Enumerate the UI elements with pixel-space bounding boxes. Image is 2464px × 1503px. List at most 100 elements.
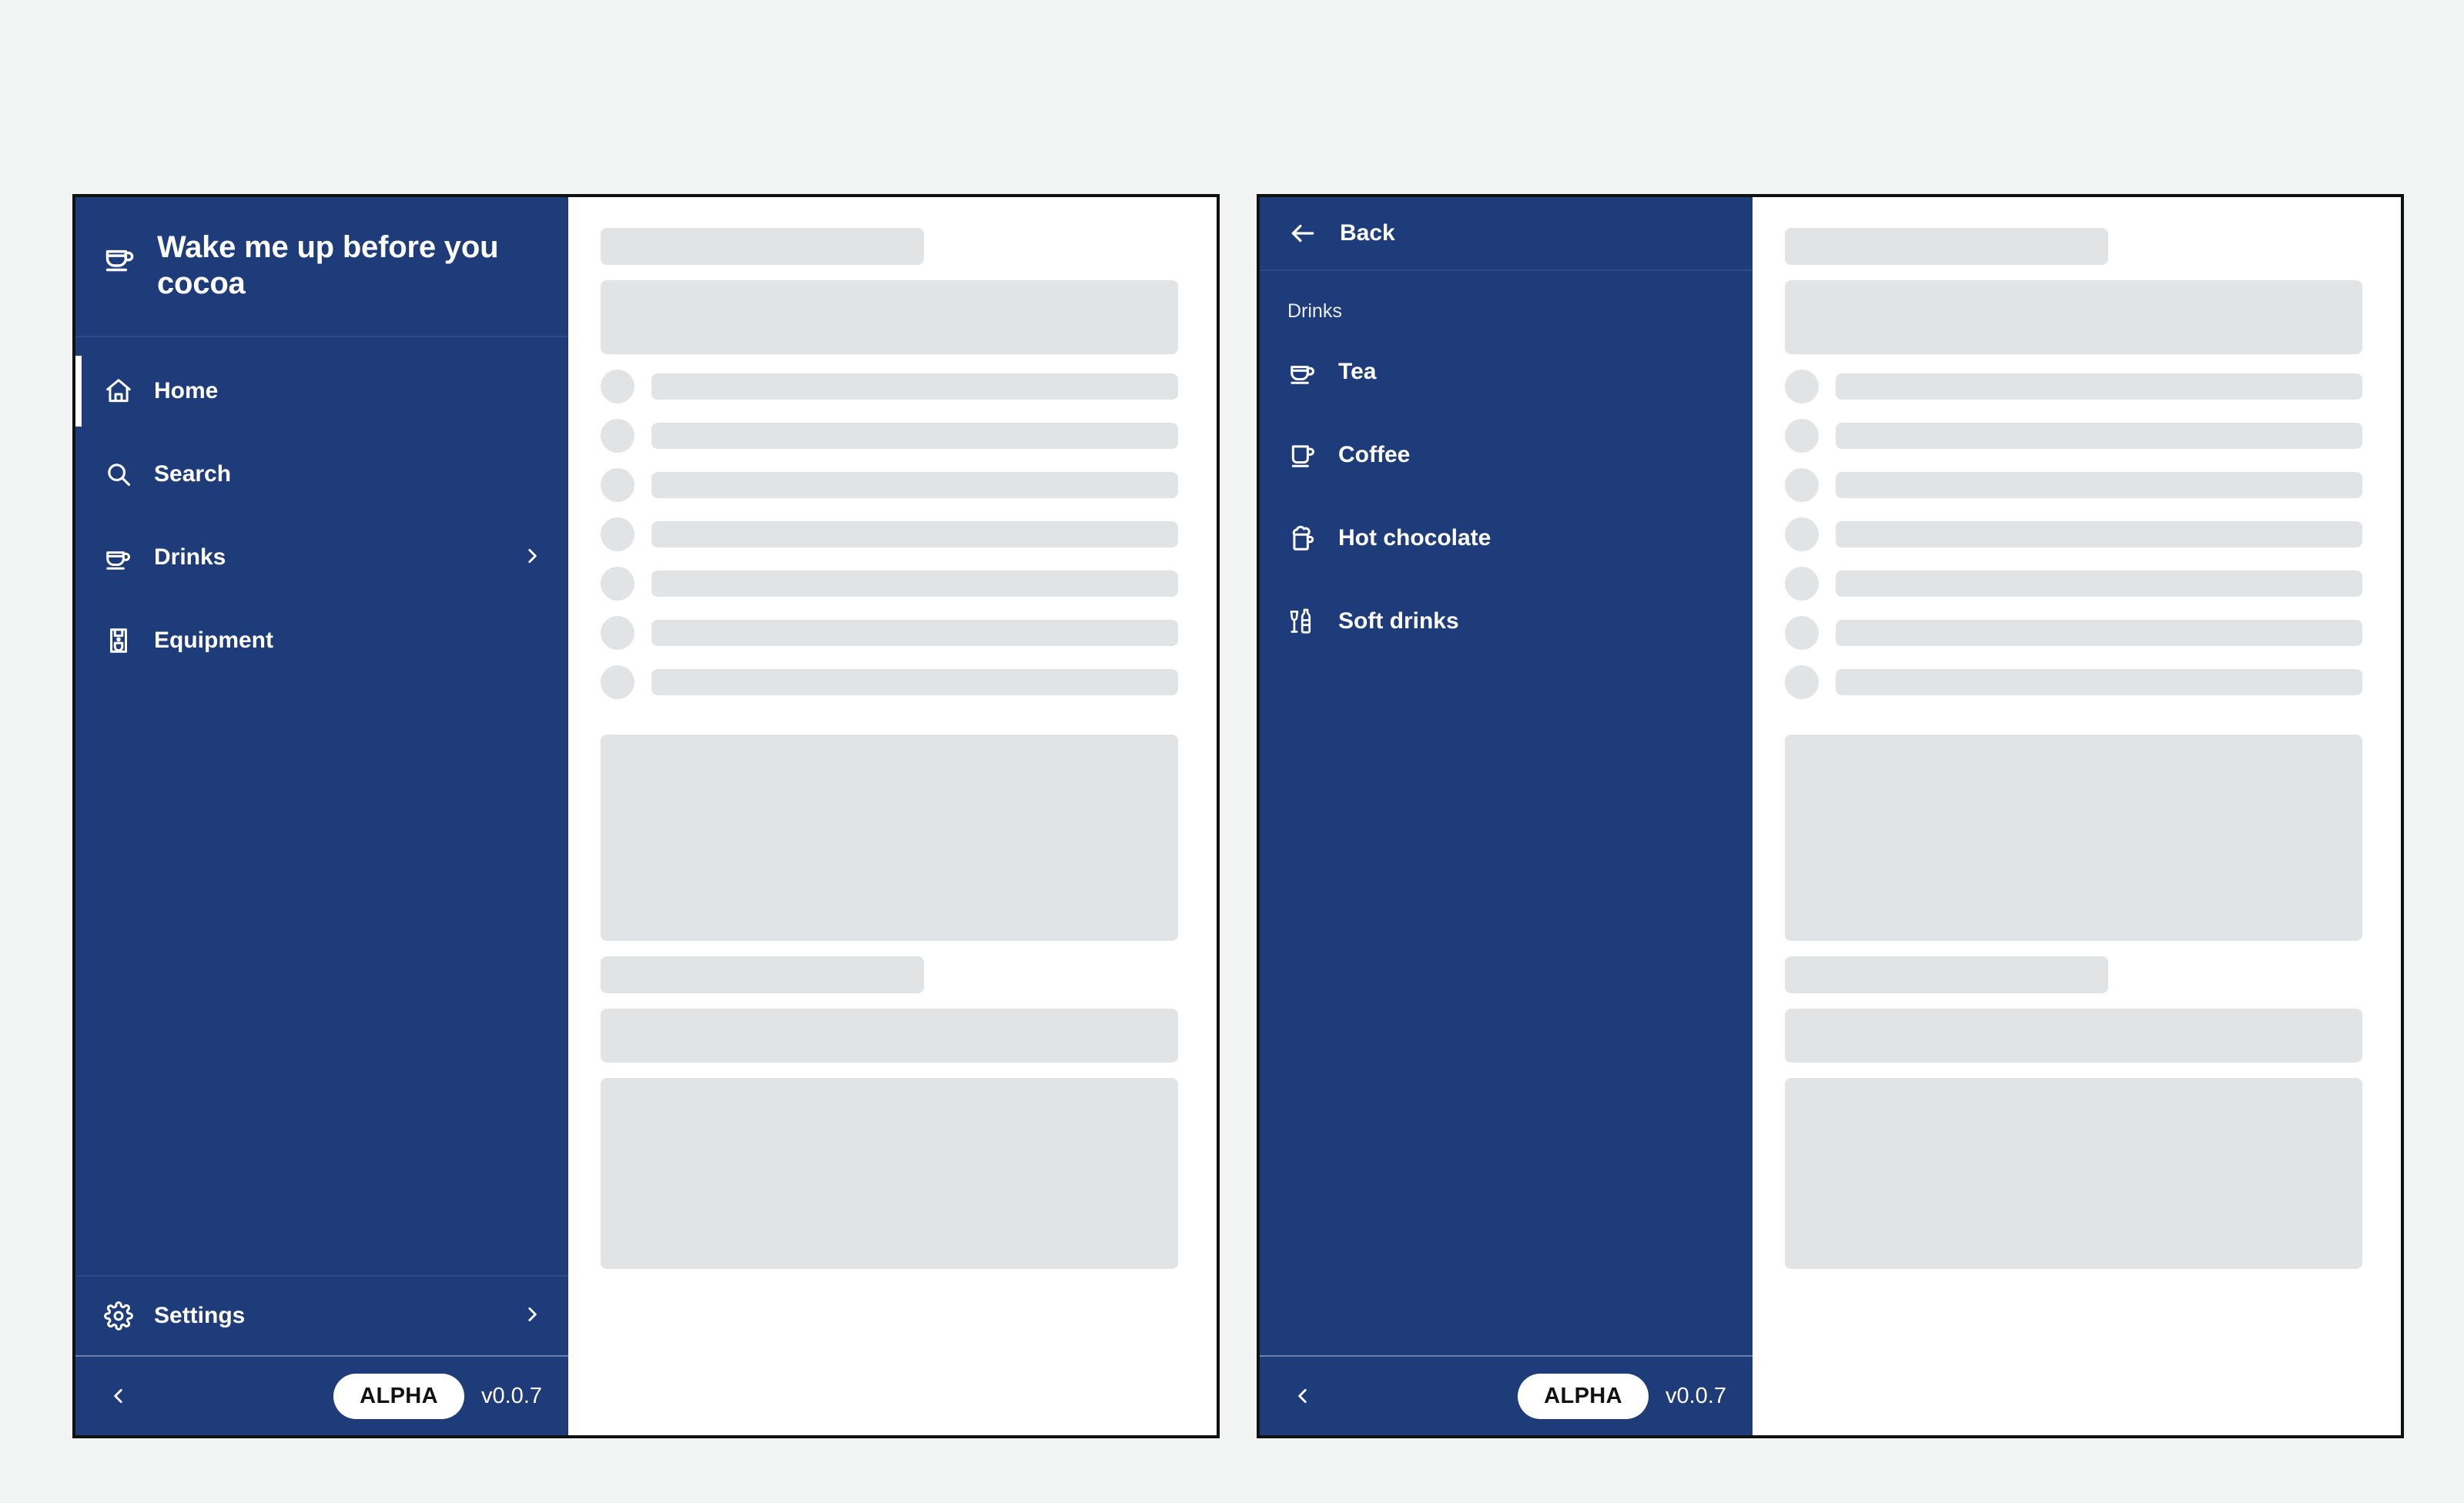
skeleton-avatar	[1785, 370, 1819, 403]
chevron-left-icon[interactable]	[103, 1381, 134, 1411]
sidebar-item-tea[interactable]: Tea	[1260, 330, 1753, 413]
sidebar-primary: Wake me up before you cocoa Home Search …	[75, 197, 568, 1435]
back-label: Back	[1340, 220, 1395, 246]
sidebar-item-label: Drinks	[154, 544, 226, 571]
skeleton-avatar	[601, 468, 634, 502]
skeleton-block-large	[601, 735, 1178, 941]
skeleton-line	[1836, 423, 2362, 449]
skeleton-avatar	[601, 665, 634, 699]
chevron-right-icon	[522, 1304, 542, 1328]
skeleton-avatar	[1785, 616, 1819, 650]
tea-cup-icon	[1287, 357, 1318, 387]
sidebar-item-label: Hot chocolate	[1338, 525, 1491, 551]
skeleton-avatar	[601, 616, 634, 650]
skeleton-line	[1836, 521, 2362, 547]
skeleton-hero	[1785, 280, 2362, 354]
skeleton-line	[1836, 472, 2362, 498]
gear-icon	[103, 1300, 134, 1331]
skeleton-list-item	[1785, 567, 2362, 601]
search-icon	[103, 459, 134, 490]
skeleton-avatar	[1785, 468, 1819, 502]
skeleton-line	[651, 472, 1178, 498]
skeleton-line	[651, 669, 1178, 695]
version-label: v0.0.7	[481, 1383, 542, 1408]
coffee-machine-icon	[103, 625, 134, 656]
skeleton-list-item	[601, 567, 1178, 601]
skeleton-block-medium	[601, 1078, 1178, 1269]
skeleton-line	[1836, 669, 2362, 695]
status-badge[interactable]: ALPHA	[1518, 1373, 1649, 1419]
sidebar-item-hot-chocolate[interactable]: Hot chocolate	[1260, 497, 1753, 580]
sidebar-nav-primary: Home Search Drinks Equipment	[75, 337, 568, 1275]
panel-primary: Wake me up before you cocoa Home Search …	[72, 194, 1220, 1438]
skeleton-list-item	[601, 665, 1178, 699]
skeleton-hero	[601, 280, 1178, 354]
sidebar-item-soft-drinks[interactable]: Soft drinks	[1260, 580, 1753, 663]
sidebar-item-equipment[interactable]: Equipment	[75, 599, 568, 682]
soft-drinks-icon	[1287, 606, 1318, 637]
sidebar-nav-secondary: Drinks Tea Coffee Hot chocolate Soft dri…	[1260, 271, 1753, 1355]
sidebar-item-label: Equipment	[154, 628, 273, 654]
skeleton-list-item	[1785, 517, 2362, 551]
skeleton-avatar	[601, 567, 634, 601]
arrow-left-icon	[1287, 218, 1318, 249]
skeleton-list-item	[601, 419, 1178, 453]
skeleton-line	[651, 521, 1178, 547]
skeleton-list-item	[601, 370, 1178, 403]
sidebar-item-settings[interactable]: Settings	[75, 1275, 568, 1355]
skeleton-line	[651, 423, 1178, 449]
nav-section-label: Drinks	[1287, 300, 1342, 322]
skeleton-block-small	[1785, 1009, 2362, 1063]
skeleton-block-medium	[1785, 1078, 2362, 1269]
skeleton-line	[1836, 620, 2362, 646]
sidebar-item-coffee[interactable]: Coffee	[1260, 413, 1753, 497]
hot-chocolate-icon	[1287, 523, 1318, 554]
sidebar-item-label: Tea	[1338, 359, 1377, 384]
skeleton-avatar	[601, 370, 634, 403]
skeleton-avatar	[601, 517, 634, 551]
sidebar-item-search[interactable]: Search	[75, 433, 568, 516]
skeleton-list-item	[1785, 616, 2362, 650]
version-label: v0.0.7	[1666, 1383, 1726, 1408]
chevron-right-icon	[522, 546, 542, 570]
skeleton-list-item	[601, 468, 1178, 502]
home-icon	[103, 376, 134, 407]
sidebar-item-label: Home	[154, 378, 219, 404]
skeleton-avatar	[1785, 665, 1819, 699]
skeleton-list-item	[1785, 419, 2362, 453]
skeleton-line	[651, 571, 1178, 597]
skeleton-title	[601, 228, 924, 265]
chevron-left-icon[interactable]	[1287, 1381, 1318, 1411]
skeleton-block-large	[1785, 735, 2362, 941]
sidebar-item-label: Search	[154, 461, 232, 487]
skeleton-avatar	[1785, 419, 1819, 453]
sidebar-item-drinks[interactable]: Drinks	[75, 516, 568, 599]
settings-label: Settings	[154, 1303, 246, 1328]
screen: Wake me up before you cocoa Home Search …	[0, 0, 2464, 1503]
skeleton-list-item	[1785, 370, 2362, 403]
coffee-cup-icon	[103, 542, 134, 573]
sidebar-item-home[interactable]: Home	[75, 350, 568, 433]
sidebar-item-label: Coffee	[1338, 442, 1411, 467]
skeleton-block-small	[601, 1009, 1178, 1063]
status-badge[interactable]: ALPHA	[333, 1373, 464, 1419]
coffee-mug-icon	[1287, 440, 1318, 470]
skeleton-chip	[1785, 956, 2108, 993]
skeleton-title	[1785, 228, 2108, 265]
skeleton-line	[651, 373, 1178, 400]
content-skeleton-secondary	[1753, 197, 2401, 1435]
app-brand: Wake me up before you cocoa	[75, 197, 568, 338]
skeleton-line	[1836, 571, 2362, 597]
app-title: Wake me up before you cocoa	[157, 230, 499, 301]
skeleton-line	[1836, 373, 2362, 400]
skeleton-avatar	[601, 419, 634, 453]
sidebar-footer: ALPHA v0.0.7	[75, 1355, 568, 1435]
content-skeleton-primary	[568, 197, 1217, 1435]
coffee-cup-icon	[103, 240, 137, 278]
sidebar-footer: ALPHA v0.0.7	[1260, 1355, 1753, 1435]
skeleton-avatar	[1785, 517, 1819, 551]
skeleton-chip	[601, 956, 924, 993]
back-button[interactable]: Back	[1260, 197, 1753, 271]
panel-secondary: Back Drinks Tea Coffee Hot chocolate Sof…	[1257, 194, 2404, 1438]
skeleton-list-item	[1785, 468, 2362, 502]
